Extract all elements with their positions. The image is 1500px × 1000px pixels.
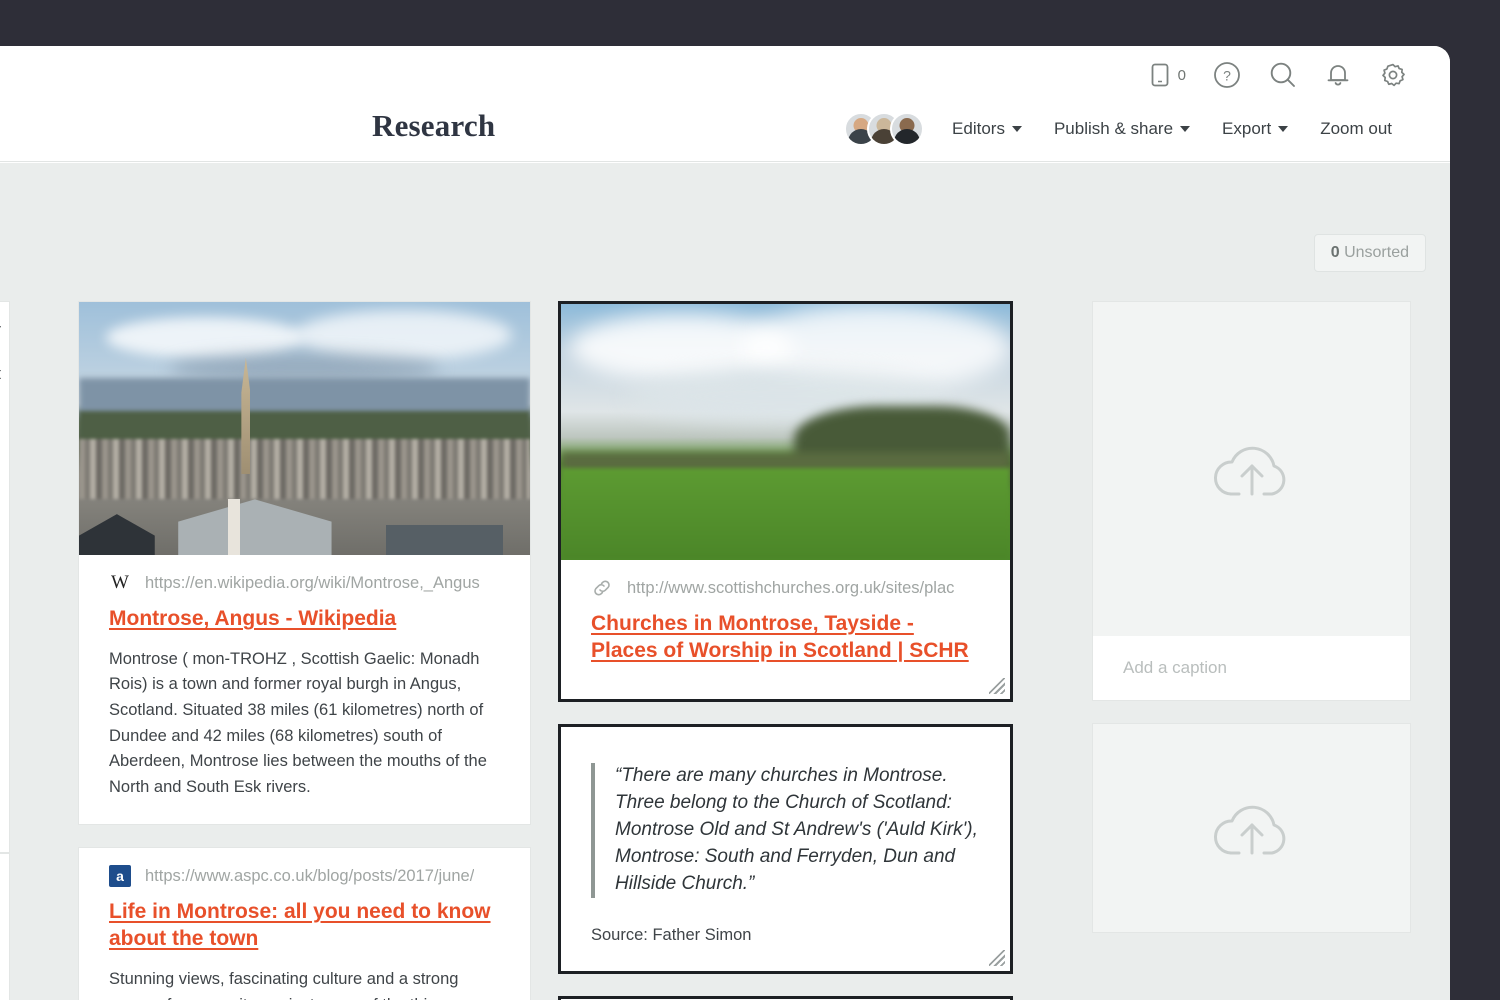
clipped-text-fragment: nd [0,984,9,1000]
app-window: Research 0 ? [0,46,1450,1000]
gear-icon [1378,60,1408,90]
card-thumbnail-green-field [561,304,1010,560]
card-url: http://www.scottishchurches.org.uk/sites… [627,579,954,598]
card-title-link[interactable]: Churches in Montrose, Tayside - Places o… [591,611,981,665]
card-description: Stunning views, fascinating culture and … [109,967,501,1000]
card-url: https://www.aspc.co.uk/blog/posts/2017/j… [145,867,474,886]
search-icon [1268,60,1298,90]
app-header: Research 0 ? [0,46,1450,162]
export-label: Export [1222,119,1271,139]
mobile-icon [1149,62,1171,88]
settings-button[interactable] [1378,60,1408,90]
mobile-preview-button[interactable]: 0 [1149,62,1186,88]
publish-share-menu[interactable]: Publish & share [1038,119,1206,139]
editors-label: Editors [952,119,1005,139]
link-icon [591,577,613,599]
board-column-c: Add a caption [1092,301,1411,955]
cloud-upload-icon [1206,432,1298,506]
board-column-a: W https://en.wikipedia.org/wiki/Montrose… [78,301,531,1000]
card-description: Montrose ( mon-TROHZ , Scottish Gaelic: … [109,647,501,800]
header-actions: Editors Publish & share Export Zoom out [844,112,1408,146]
card-title-link[interactable]: Montrose, Angus - Wikipedia [109,606,501,633]
card-url: https://en.wikipedia.org/wiki/Montrose,_… [145,574,480,593]
search-button[interactable] [1268,60,1298,90]
card-aspc[interactable]: a https://www.aspc.co.uk/blog/posts/2017… [78,847,531,1000]
page-title: Research [372,108,495,144]
unsorted-badge[interactable]: 0 Unsorted [1314,234,1426,272]
clipped-text-fragment: nd [0,405,9,431]
caption-input[interactable]: Add a caption [1093,636,1410,700]
unsorted-count: 0 [1331,244,1340,261]
bell-icon [1324,60,1352,90]
publish-share-label: Publish & share [1054,119,1173,139]
upload-dropzone[interactable] [1093,724,1410,932]
editor-avatars[interactable] [844,112,924,146]
board-column-b: http://www.scottishchurches.org.uk/sites… [558,301,1013,1000]
resize-handle[interactable] [989,678,1005,694]
export-menu[interactable]: Export [1206,119,1304,139]
help-icon: ? [1212,60,1242,90]
card-next-partial[interactable] [558,996,1013,1000]
card-thumbnail-montrose-townscape [79,302,530,555]
notifications-button[interactable] [1324,60,1352,90]
upload-dropzone[interactable] [1093,302,1410,636]
quote-source: Source: Father Simon [591,926,980,945]
card-clipped[interactable]: er lt nd [0,301,10,853]
desktop-background: Research 0 ? [0,0,1500,1000]
svg-text:?: ? [1223,68,1231,84]
unsorted-label: Unsorted [1344,244,1409,261]
card-clipped[interactable]: nd [0,853,10,1000]
avatar [890,112,924,146]
editors-menu[interactable]: Editors [936,119,1038,139]
header-icon-strip: 0 ? [1149,60,1408,90]
quote-text: “There are many churches in Montrose. Th… [591,763,980,898]
card-meta: a https://www.aspc.co.uk/blog/posts/2017… [109,865,501,887]
chevron-down-icon [1012,126,1022,132]
board-column-clipped: er lt nd nd [0,301,10,1000]
mobile-count: 0 [1178,67,1186,84]
zoom-out-button[interactable]: Zoom out [1304,119,1408,139]
upload-placeholder-1[interactable]: Add a caption [1092,301,1411,701]
cloud-upload-icon [1206,791,1298,865]
card-wikipedia[interactable]: W https://en.wikipedia.org/wiki/Montrose… [78,301,531,825]
aspc-favicon-icon: a [109,865,131,887]
upload-placeholder-2[interactable] [1092,723,1411,933]
zoom-out-label: Zoom out [1320,119,1392,139]
board-canvas[interactable]: 0 Unsorted er lt nd nd [0,163,1450,1000]
card-quote[interactable]: “There are many churches in Montrose. Th… [558,724,1013,974]
help-button[interactable]: ? [1212,60,1242,90]
wikipedia-favicon-icon: W [109,572,131,594]
card-meta: http://www.scottishchurches.org.uk/sites… [591,577,981,599]
resize-handle[interactable] [989,950,1005,966]
card-title-link[interactable]: Life in Montrose: all you need to know a… [109,899,501,953]
chevron-down-icon [1278,126,1288,132]
clipped-text-fragment: lt [0,362,9,388]
card-meta: W https://en.wikipedia.org/wiki/Montrose… [109,572,501,594]
card-scottish-churches[interactable]: http://www.scottishchurches.org.uk/sites… [558,301,1013,702]
clipped-text-fragment: er [0,318,9,344]
chevron-down-icon [1180,126,1190,132]
